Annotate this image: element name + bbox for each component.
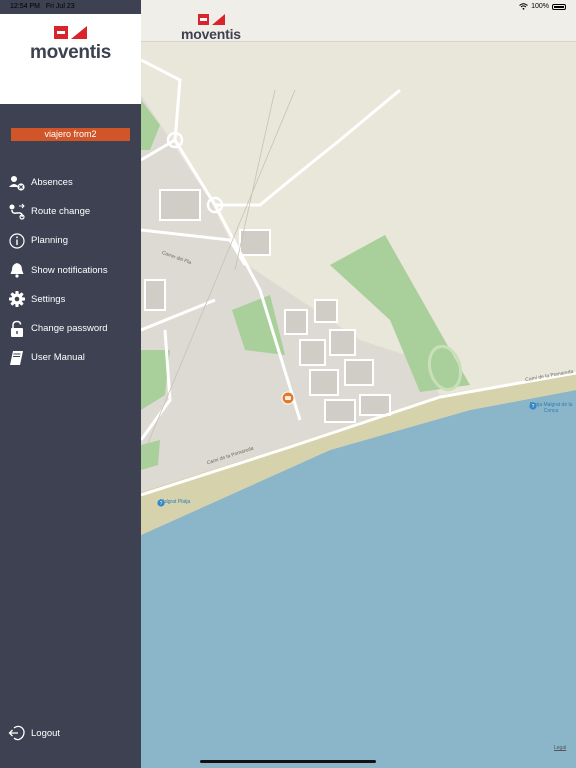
status-right: 100% bbox=[519, 3, 566, 10]
sidebar-logo: moventis bbox=[0, 14, 141, 104]
unlock-icon bbox=[8, 320, 26, 338]
menu-item-label: Change password bbox=[31, 323, 108, 335]
menu-item-label: Absences bbox=[31, 177, 73, 189]
wifi-icon bbox=[519, 3, 528, 10]
absences-icon bbox=[8, 174, 26, 192]
info-icon bbox=[8, 232, 26, 250]
menu-item-show-notifications[interactable]: Show notifications bbox=[0, 256, 141, 285]
bell-icon bbox=[8, 261, 26, 279]
menu-item-label: Show notifications bbox=[31, 264, 108, 276]
home-indicator bbox=[200, 760, 376, 763]
menu-item-label: Route change bbox=[31, 206, 91, 218]
info-pin-icon: ? bbox=[157, 499, 165, 507]
legal-link[interactable]: Legal bbox=[554, 745, 566, 751]
menu-item-user-manual[interactable]: User Manual bbox=[0, 343, 141, 372]
svg-text:?: ? bbox=[532, 404, 535, 410]
moventis-logo-icon bbox=[198, 14, 225, 25]
sidebar: moventis viajero from2 Absences Route ch… bbox=[0, 0, 141, 768]
map-canvas bbox=[141, 0, 576, 768]
gear-icon bbox=[8, 290, 26, 308]
sidebar-menu: Absences Route change Planning Show noti… bbox=[0, 168, 141, 372]
battery-percent: 100% bbox=[531, 3, 549, 10]
route-change-icon bbox=[8, 203, 26, 221]
menu-item-settings[interactable]: Settings bbox=[0, 285, 141, 314]
menu-item-route-change[interactable]: Route change bbox=[0, 197, 141, 226]
menu-item-absences[interactable]: Absences bbox=[0, 168, 141, 197]
book-icon bbox=[8, 349, 26, 367]
header-wordmark: moventis bbox=[181, 26, 241, 42]
battery-icon bbox=[552, 3, 566, 10]
map-view[interactable]: Camí de la Pomareda Camí de la Pomareda … bbox=[141, 0, 576, 768]
menu-item-label: Planning bbox=[31, 235, 68, 247]
svg-text:?: ? bbox=[160, 501, 163, 507]
menu-item-label: Settings bbox=[31, 293, 66, 305]
status-bar: 12:54 PM Fri Jul 23 100% bbox=[0, 0, 576, 14]
menu-item-label: User Manual bbox=[31, 352, 85, 364]
logout-icon bbox=[8, 724, 26, 742]
poi-beach-west[interactable]: ? Malgrat Platja bbox=[157, 499, 193, 507]
user-badge: viajero from2 bbox=[11, 128, 130, 141]
logout-button[interactable]: Logout bbox=[0, 723, 141, 743]
logout-label: Logout bbox=[31, 727, 61, 739]
moventis-logo-icon bbox=[54, 26, 87, 39]
vehicle-marker-icon[interactable] bbox=[281, 391, 295, 405]
menu-item-planning[interactable]: Planning bbox=[0, 226, 141, 255]
menu-item-change-password[interactable]: Change password bbox=[0, 314, 141, 343]
status-time: 12:54 PM Fri Jul 23 bbox=[10, 3, 75, 10]
info-pin-icon: ? bbox=[529, 402, 537, 410]
poi-beach-east[interactable]: ? Platja Malgrat de la Conca bbox=[529, 402, 573, 414]
sidebar-wordmark: moventis bbox=[29, 42, 111, 63]
